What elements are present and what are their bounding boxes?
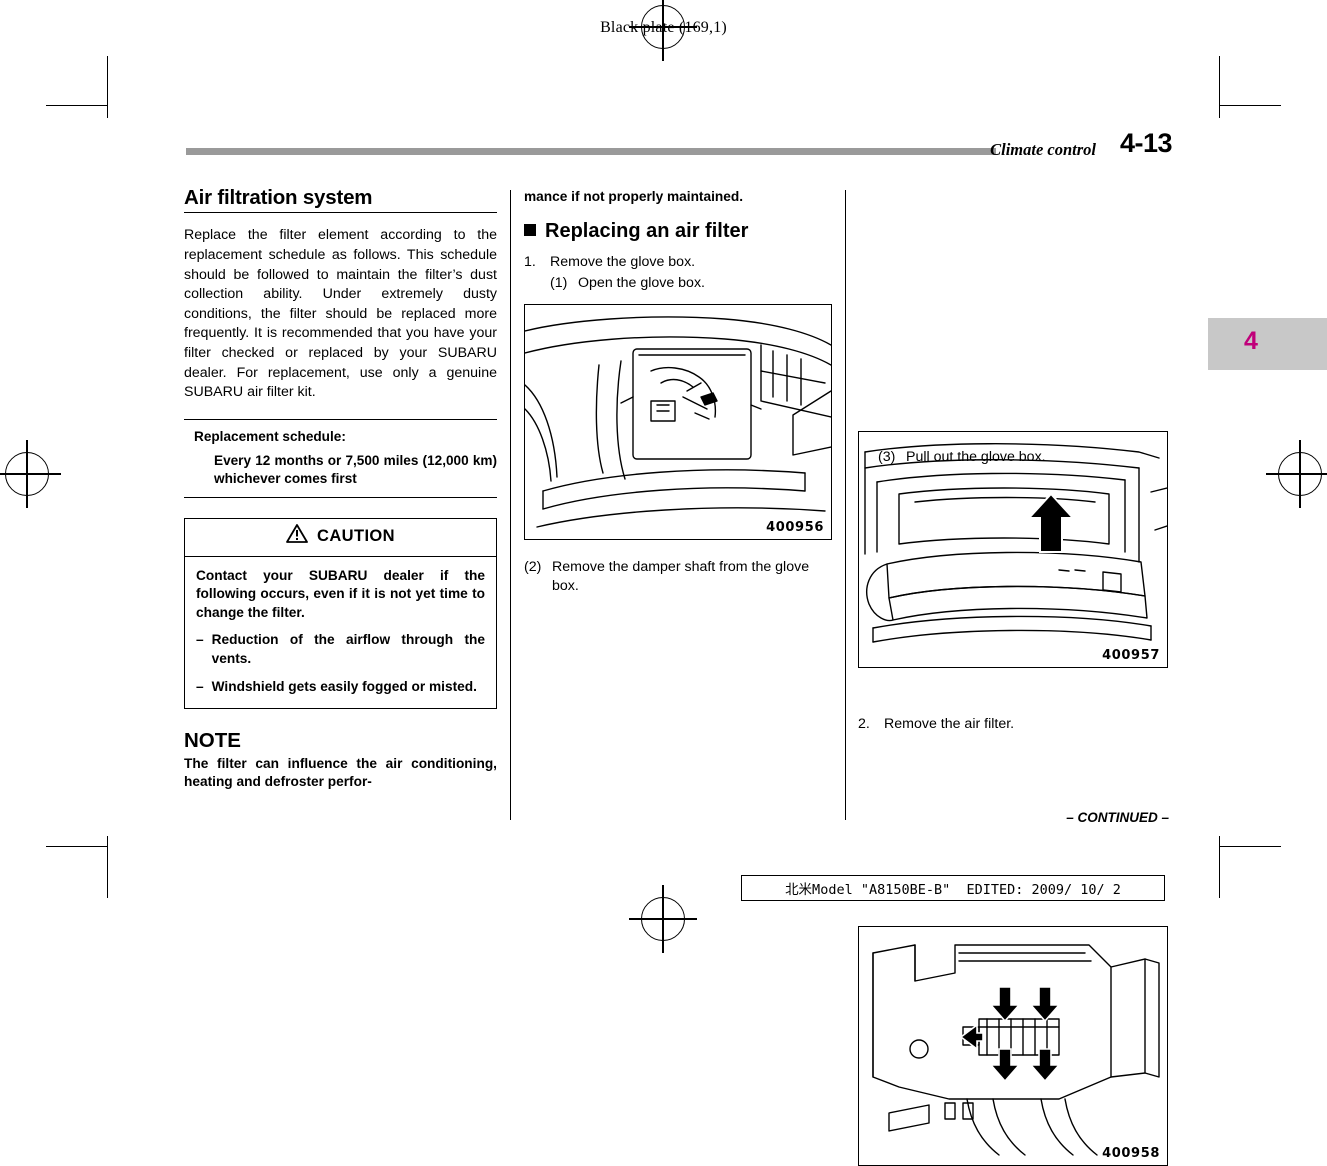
crop-mark-top-right-vertical <box>1219 56 1221 118</box>
caution-body-text: Contact your SUBARU dealer if the follow… <box>196 567 485 620</box>
replacement-schedule-box: Replacement schedule: Every 12 months or… <box>184 418 497 499</box>
intro-paragraph: Replace the filter element according to … <box>184 227 497 401</box>
substep-1-number: (1) <box>550 275 568 292</box>
up-arrow-indicator <box>1026 492 1076 553</box>
caution-body: Contact your SUBARU dealer if the follow… <box>185 557 496 709</box>
edition-footer-box: 北米Model "A8150BE-B" EDITED: 2009/ 10/ 2 <box>741 875 1165 901</box>
caution-item: – Windshield gets easily fogged or miste… <box>196 678 485 697</box>
caution-item-dash: – <box>196 678 204 694</box>
column-divider-2 <box>845 190 846 820</box>
figure-air-filter-housing: 400958 <box>858 926 1168 1166</box>
caption-step-2-number: (2) <box>524 559 542 575</box>
header-rule <box>186 148 996 155</box>
caption-step-3: (3) Pull out the glove box. <box>878 448 1168 467</box>
section-title: Air filtration system <box>184 186 373 209</box>
caption-step-3-number: (3) <box>878 449 896 465</box>
column-1: Air filtration system Replace the filter… <box>184 186 497 792</box>
caption-step-2: (2) Remove the damper shaft from the glo… <box>524 558 835 596</box>
page-header: Climate control 4-13 <box>186 128 1173 170</box>
step-2-text: Remove the air filter. <box>884 716 1015 732</box>
chapter-tab <box>1208 318 1327 370</box>
step-1-text: Remove the glove box. <box>550 254 696 271</box>
subsection-heading: Replacing an air filter <box>524 219 835 242</box>
step-1-number: 1. <box>524 254 536 271</box>
caption-step-2-text: Remove the damper shaft from the glove b… <box>552 559 810 594</box>
figure-glove-box-open: 400956 <box>524 304 832 540</box>
column-divider-1 <box>510 190 511 820</box>
note-body: The filter can influence the air conditi… <box>184 755 497 790</box>
step-2-number: 2. <box>858 716 870 732</box>
registration-mark-left <box>0 440 61 508</box>
up-arrow-left <box>989 1048 1021 1083</box>
caution-label: CAUTION <box>317 527 395 546</box>
header-chapter-label: Climate control <box>990 140 1096 159</box>
crop-mark-bottom-left-horizontal <box>46 846 108 848</box>
column-2: mance if not properly maintained. Replac… <box>524 188 835 293</box>
substep-1-text: Open the glove box. <box>578 275 705 292</box>
step-2: 2. Remove the air filter. <box>858 715 1168 734</box>
crop-mark-top-right-horizontal <box>1219 105 1281 107</box>
page-number: 4-13 <box>1119 128 1173 158</box>
step-1: 1. Remove the glove box. <box>524 253 835 272</box>
black-plate-label: Black plate (169,1) <box>600 19 727 36</box>
chapter-tab-number: 4 <box>1244 327 1258 355</box>
caution-box: CAUTION Contact your SUBARU dealer if th… <box>184 518 497 710</box>
figure-1-id: 400956 <box>766 520 824 535</box>
note-title: NOTE <box>184 729 241 753</box>
figure-air-filter-housing-drawing <box>872 944 1160 1156</box>
caution-item-text: Windshield gets easily fogged or misted. <box>211 678 477 694</box>
caution-header: CAUTION <box>185 519 496 557</box>
warning-triangle-icon <box>286 524 308 549</box>
down-arrow-left <box>989 986 1021 1023</box>
continued-footer: – CONTINUED – <box>1066 810 1169 825</box>
caption-step-3-text: Pull out the glove box. <box>906 449 1046 465</box>
continued-sentence: mance if not properly maintained. <box>524 189 744 204</box>
replacement-schedule-title: Replacement schedule: <box>194 428 346 444</box>
registration-mark-right <box>1266 440 1327 508</box>
crop-mark-top-left-horizontal <box>46 105 108 107</box>
registration-mark-bottom <box>629 885 697 953</box>
crop-mark-top-left-vertical <box>107 56 109 118</box>
subsection-heading-label: Replacing an air filter <box>545 219 749 242</box>
figure-glove-box-open-drawing <box>525 316 831 528</box>
caution-item-dash: – <box>196 632 204 648</box>
caution-item-text: Reduction of the airflow through the ven… <box>211 632 485 666</box>
section-title-rule <box>184 212 497 214</box>
substep-1: (1) Open the glove box. <box>550 274 835 293</box>
edition-footer-text: 北米Model "A8150BE-B" EDITED: 2009/ 10/ 2 <box>785 882 1121 898</box>
figure-2-id: 400957 <box>1102 648 1160 663</box>
crop-mark-bottom-right-horizontal <box>1219 846 1281 848</box>
figure-3-id: 400958 <box>1102 1146 1160 1161</box>
down-arrow-right <box>1029 986 1061 1023</box>
square-bullet-icon <box>524 223 536 236</box>
figure-glove-box-removal-drawing <box>864 443 1167 643</box>
caution-item: – Reduction of the airflow through the v… <box>196 631 485 668</box>
replacement-schedule-text: Every 12 months or 7,500 miles (12,000 k… <box>214 453 497 487</box>
